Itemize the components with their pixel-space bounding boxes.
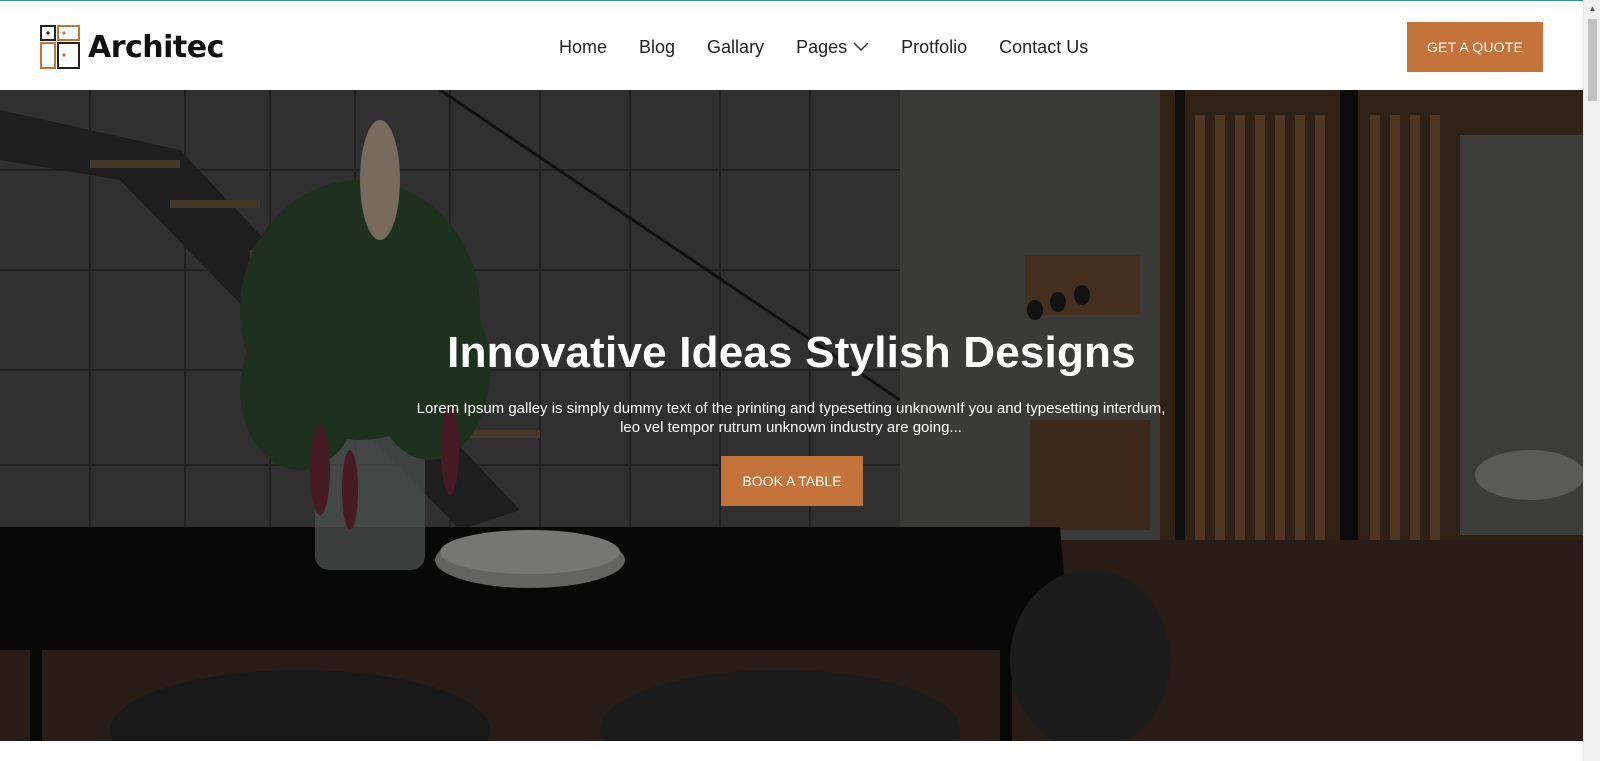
get-quote-button[interactable]: GET A QUOTE bbox=[1407, 22, 1543, 72]
hero-description: Lorem Ipsum galley is simply dummy text … bbox=[416, 400, 1166, 436]
hero-title: Innovative Ideas Stylish Designs bbox=[447, 328, 1136, 377]
brand-logo[interactable]: Architec bbox=[40, 25, 224, 69]
brand-name: Architec bbox=[88, 29, 224, 65]
nav-item-gallery[interactable]: Gallary bbox=[707, 33, 764, 61]
architec-logo-icon bbox=[40, 25, 80, 69]
book-table-button[interactable]: BOOK A TABLE bbox=[721, 456, 863, 506]
site-header: Architec Home Blog Gallary Pages Protfol… bbox=[0, 1, 1583, 90]
nav-item-portfolio[interactable]: Protfolio bbox=[901, 33, 967, 61]
nav-item-pages-label: Pages bbox=[796, 37, 848, 57]
main-nav: Home Blog Gallary Pages Protfolio Contac… bbox=[559, 33, 1088, 61]
nav-item-home[interactable]: Home bbox=[559, 33, 607, 61]
hero-section: Innovative Ideas Stylish Designs Lorem I… bbox=[0, 90, 1583, 741]
page-scrollbar[interactable]: ▲ bbox=[1583, 0, 1600, 761]
nav-item-pages[interactable]: Pages bbox=[796, 33, 869, 61]
nav-item-contact[interactable]: Contact Us bbox=[999, 33, 1088, 61]
scroll-up-arrow-icon[interactable]: ▲ bbox=[1584, 0, 1600, 17]
chevron-down-icon bbox=[853, 42, 869, 52]
nav-item-blog[interactable]: Blog bbox=[639, 33, 675, 61]
scrollbar-thumb[interactable] bbox=[1588, 19, 1597, 101]
